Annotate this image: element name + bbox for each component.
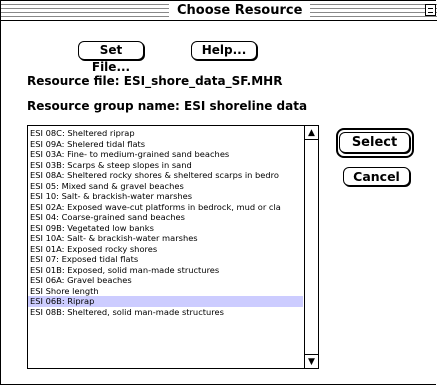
resource-group-row: Resource group name: ESI shoreline data — [27, 99, 307, 113]
list-item[interactable]: ESI 05: Mixed sand & gravel beaches — [28, 181, 303, 192]
scroll-down-arrow-icon[interactable]: ▼ — [305, 354, 318, 368]
resource-list[interactable]: ESI 08C: Sheltered riprap ESI 09A: Sheler… — [27, 125, 319, 369]
select-button[interactable]: Select — [339, 132, 410, 153]
scroll-up-arrow-icon[interactable]: ▲ — [305, 126, 318, 140]
list-item[interactable]: ESI 06B: Riprap — [28, 296, 303, 307]
choose-resource-dialog: Choose Resource Set File... Help... Reso… — [0, 0, 437, 385]
title-bar[interactable]: Choose Resource — [1, 1, 437, 21]
list-item[interactable]: ESI 02A: Exposed wave-cut platforms in b… — [28, 202, 303, 213]
list-item[interactable]: ESI Shore length — [28, 286, 303, 297]
window-title: Choose Resource — [169, 2, 311, 19]
help-button[interactable]: Help... — [191, 41, 257, 60]
resource-list-items: ESI 08C: Sheltered riprap ESI 09A: Sheler… — [28, 128, 303, 317]
resource-group-value: ESI shoreline data — [184, 99, 308, 113]
list-item[interactable]: ESI 04: Coarse-grained sand beaches — [28, 212, 303, 223]
resource-file-label: Resource file: — [27, 74, 120, 88]
list-item[interactable]: ESI 08C: Sheltered riprap — [28, 128, 303, 139]
list-item[interactable]: ESI 03B: Scarps & steep slopes in sand — [28, 160, 303, 171]
resource-group-label: Resource group name: — [27, 99, 180, 113]
list-item[interactable]: ESI 01B: Exposed, solid man-made structu… — [28, 265, 303, 276]
list-item[interactable]: ESI 03A: Fine- to medium-grained sand be… — [28, 149, 303, 160]
list-item[interactable]: ESI 08B: Sheltered, solid man-made struc… — [28, 307, 303, 318]
set-file-button[interactable]: Set File... — [78, 41, 144, 74]
list-item[interactable]: ESI 09A: Shelered tidal flats — [28, 139, 303, 150]
collapse-box-icon[interactable] — [425, 4, 436, 16]
list-item[interactable]: ESI 09B: Vegetated low banks — [28, 223, 303, 234]
list-scrollbar[interactable]: ▲ ▼ — [304, 126, 318, 368]
list-item[interactable]: ESI 10: Salt- & brackish-water marshes — [28, 191, 303, 202]
cancel-button[interactable]: Cancel — [343, 167, 410, 186]
list-item[interactable]: ESI 07: Exposed tidal flats — [28, 254, 303, 265]
resource-file-value: ESI_shore_data_SF.MHR — [123, 74, 283, 88]
resource-file-row: Resource file: ESI_shore_data_SF.MHR — [27, 74, 282, 88]
list-item[interactable]: ESI 01A: Exposed rocky shores — [28, 244, 303, 255]
list-item[interactable]: ESI 10A: Salt- & brackish-water marshes — [28, 233, 303, 244]
list-item[interactable]: ESI 08A: Sheltered rocky shores & shelte… — [28, 170, 303, 181]
list-item[interactable]: ESI 06A: Gravel beaches — [28, 275, 303, 286]
